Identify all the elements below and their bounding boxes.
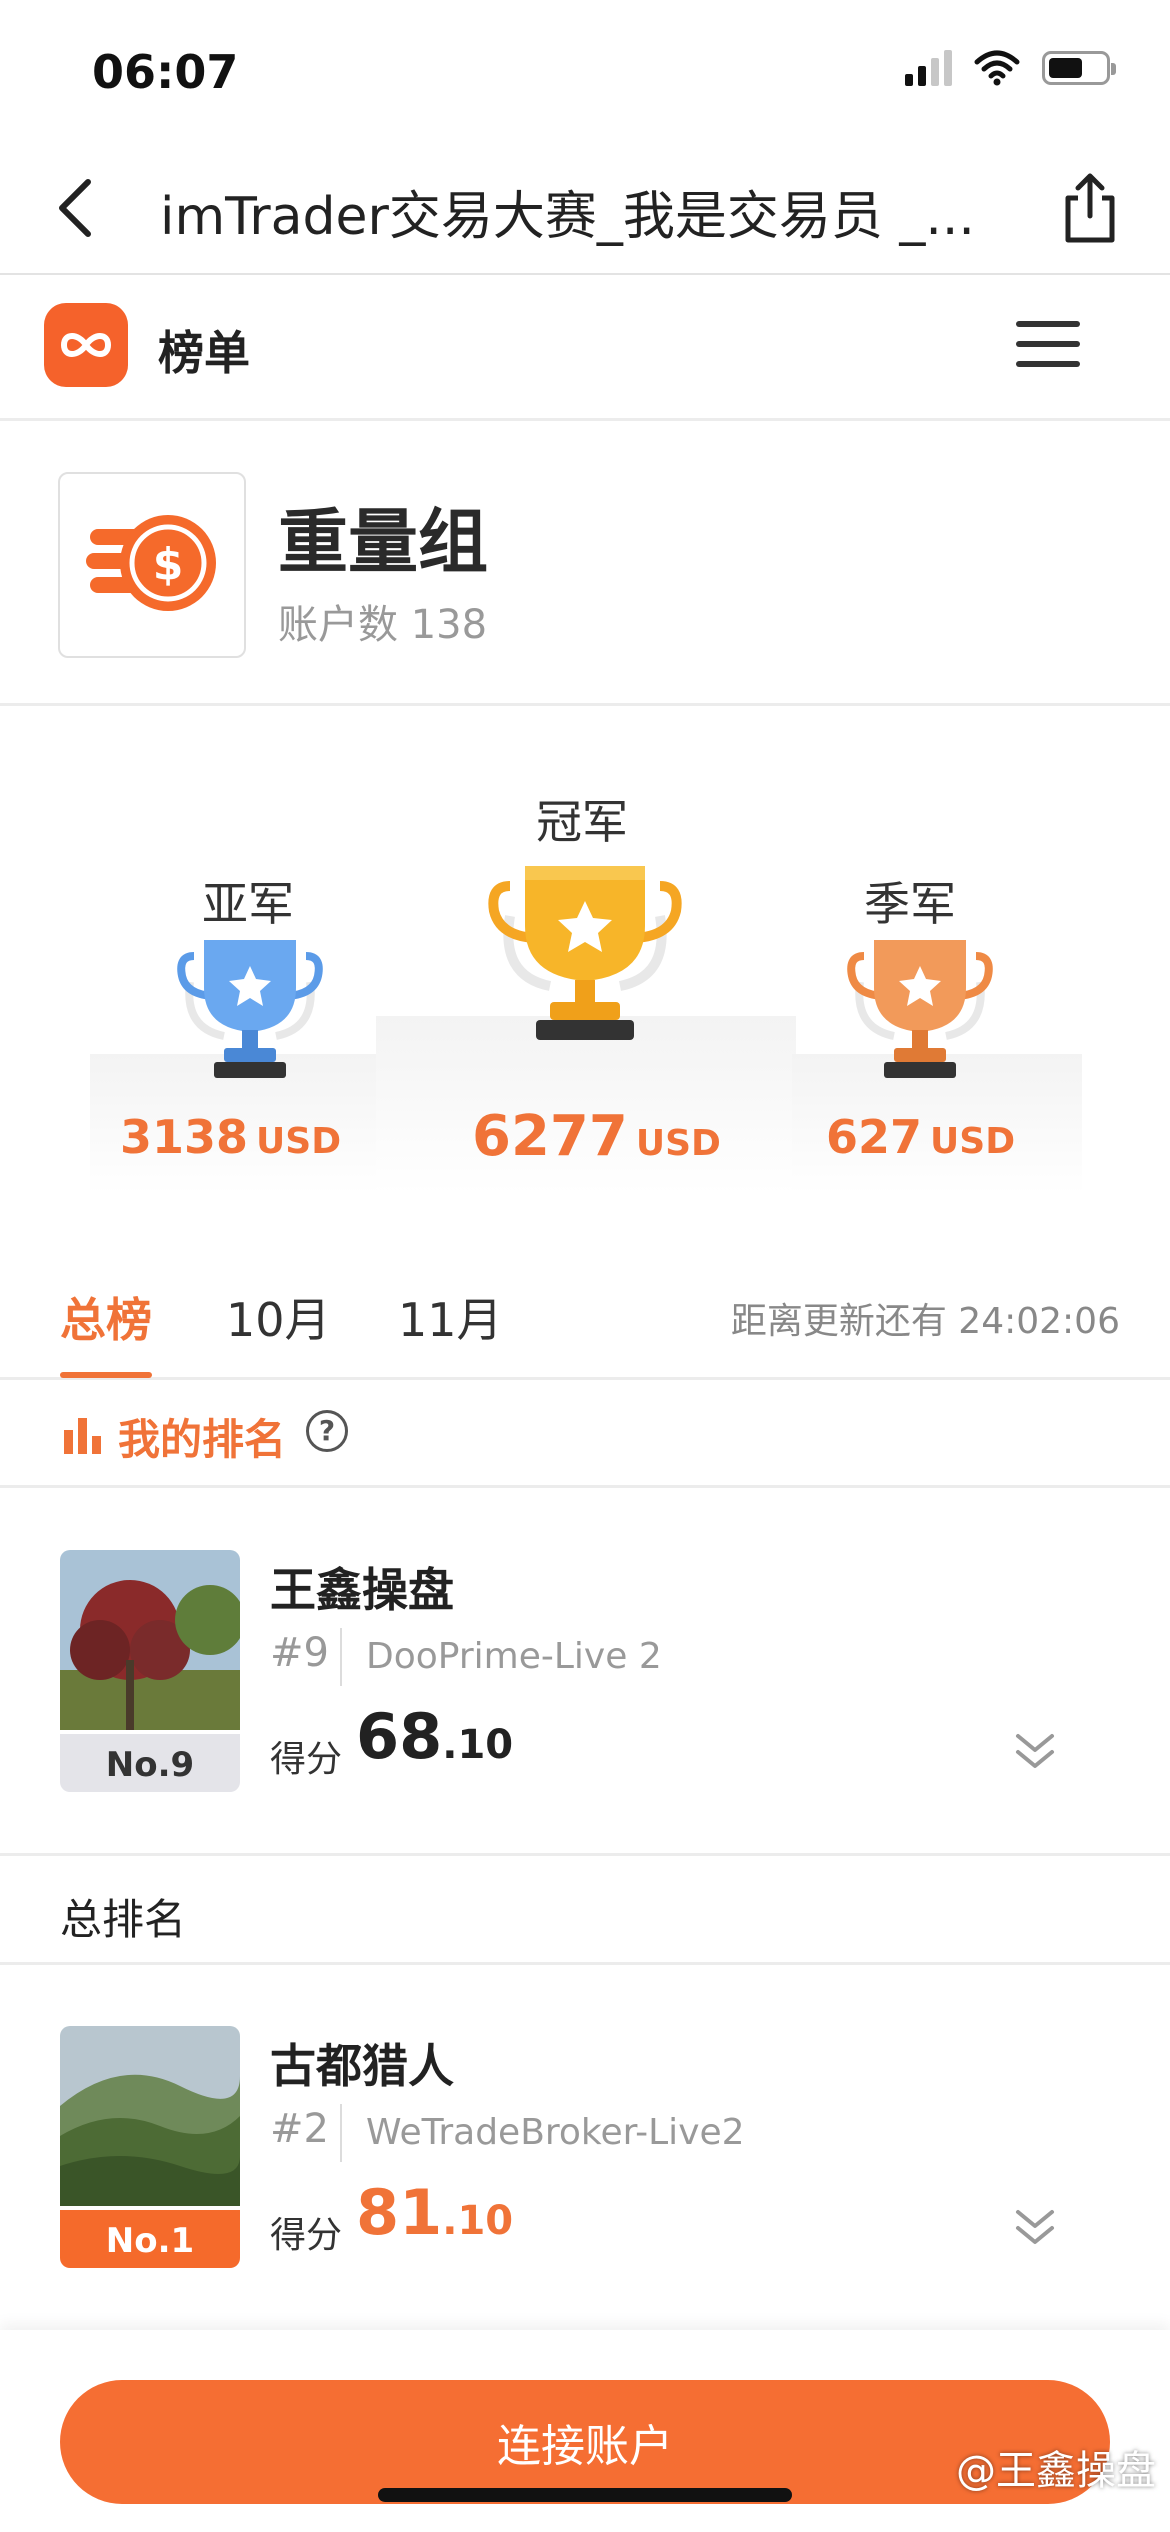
second-prize-currency: USD bbox=[256, 1121, 342, 1162]
page-title: imTrader交易大赛_我是交易员 _... bbox=[160, 187, 975, 247]
score-value: 68.10 bbox=[356, 1700, 513, 1773]
player-name: 古都猎人 bbox=[270, 2039, 454, 2093]
first-place-label: 冠军 bbox=[536, 795, 628, 849]
group-card: $ 重量组 账户数 138 bbox=[0, 424, 1170, 706]
my-rank-title: 我的排名 bbox=[118, 1415, 287, 1464]
player-name: 王鑫操盘 bbox=[270, 1563, 454, 1617]
browser-nav-bar: imTrader交易大赛_我是交易员 _... bbox=[0, 140, 1170, 275]
tab-overall[interactable]: 总榜 bbox=[60, 1284, 152, 1350]
svg-text:$: $ bbox=[153, 539, 184, 590]
tab-november[interactable]: 11月 bbox=[398, 1284, 503, 1350]
overall-rank-header: 总排名 bbox=[0, 1853, 1170, 1965]
broker-server: WeTradeBroker-Live2 bbox=[366, 2112, 745, 2153]
prize-podium: 冠军 6277 USD 亚军 3138 USD 季军 627 USD bbox=[0, 706, 1170, 1246]
cellular-signal-icon bbox=[905, 50, 952, 86]
broker-server: DooPrime-Live 2 bbox=[366, 1636, 662, 1677]
divider bbox=[340, 2104, 342, 2162]
update-countdown: 距离更新还有 24:02:06 bbox=[730, 1301, 1120, 1342]
battery-icon bbox=[1042, 51, 1116, 85]
help-icon[interactable]: ? bbox=[306, 1410, 348, 1452]
avatar-image bbox=[60, 1550, 240, 1730]
score-label: 得分 bbox=[270, 2215, 343, 2256]
second-place-label: 亚军 bbox=[202, 877, 294, 931]
player-rank: #2 bbox=[270, 2106, 329, 2152]
connect-account-button[interactable]: 连接账户 bbox=[60, 2380, 1110, 2504]
score-label: 得分 bbox=[270, 1739, 343, 1780]
tab-october[interactable]: 10月 bbox=[226, 1284, 331, 1350]
leaderboard-entry[interactable]: No.1 古都猎人 #2 WeTradeBroker-Live2 得分 81.1… bbox=[0, 1966, 1170, 2311]
score-value: 81.10 bbox=[356, 2176, 513, 2249]
back-arrow-icon[interactable] bbox=[40, 168, 120, 248]
account-count: 账户数 138 bbox=[278, 602, 488, 648]
avatar-image bbox=[60, 2026, 240, 2206]
period-tabs: 总榜 10月 11月 距离更新还有 24:02:06 bbox=[0, 1256, 1170, 1380]
rank-tag: No.1 bbox=[60, 2210, 240, 2268]
double-chevron-down-icon[interactable] bbox=[1010, 1730, 1060, 1774]
second-prize-amount: 3138 USD bbox=[120, 1110, 341, 1164]
hamburger-menu-icon[interactable] bbox=[1016, 321, 1080, 367]
silver-trophy-icon bbox=[177, 940, 323, 1078]
second-prize-value: 3138 bbox=[120, 1110, 249, 1164]
avatar: No.9 bbox=[60, 1550, 240, 1792]
status-bar: 06:07 bbox=[0, 0, 1170, 140]
gold-trophy-icon bbox=[488, 866, 682, 1040]
home-indicator[interactable] bbox=[378, 2488, 792, 2502]
status-time: 06:07 bbox=[92, 45, 239, 99]
share-icon[interactable] bbox=[1050, 168, 1130, 248]
third-prize-currency: USD bbox=[930, 1121, 1016, 1162]
my-rank-header: 我的排名 ? bbox=[0, 1380, 1170, 1488]
status-icons bbox=[905, 50, 1116, 86]
score-decimal: .10 bbox=[442, 2198, 514, 2244]
score-decimal: .10 bbox=[442, 1722, 514, 1768]
score-integer: 68 bbox=[356, 1700, 443, 1773]
third-place-label: 季军 bbox=[864, 877, 956, 931]
divider bbox=[340, 1628, 342, 1686]
first-prize-value: 6277 bbox=[472, 1104, 628, 1169]
app-name: 榜单 bbox=[158, 326, 250, 380]
watermark: @王鑫操盘 bbox=[956, 2448, 1156, 2494]
active-tab-indicator bbox=[60, 1372, 152, 1378]
my-rank-entry[interactable]: No.9 王鑫操盘 #9 DooPrime-Live 2 得分 68.10 bbox=[0, 1490, 1170, 1835]
app-logo-icon bbox=[44, 303, 128, 387]
third-prize-amount: 627 USD bbox=[826, 1110, 1015, 1164]
rank-tag: No.9 bbox=[60, 1734, 240, 1792]
avatar: No.1 bbox=[60, 2026, 240, 2268]
coin-stack-icon: $ bbox=[58, 472, 246, 658]
player-rank: #9 bbox=[270, 1630, 329, 1676]
app-header: 榜单 bbox=[0, 277, 1170, 421]
first-prize-currency: USD bbox=[635, 1123, 721, 1164]
wifi-icon bbox=[974, 50, 1020, 86]
score-integer: 81 bbox=[356, 2176, 443, 2249]
third-prize-value: 627 bbox=[826, 1110, 923, 1164]
bar-chart-icon bbox=[64, 1418, 101, 1454]
first-prize-amount: 6277 USD bbox=[472, 1104, 721, 1169]
double-chevron-down-icon[interactable] bbox=[1010, 2206, 1060, 2250]
overall-rank-title: 总排名 bbox=[60, 1895, 187, 1944]
bronze-trophy-icon bbox=[847, 940, 993, 1078]
group-title: 重量组 bbox=[278, 501, 488, 583]
